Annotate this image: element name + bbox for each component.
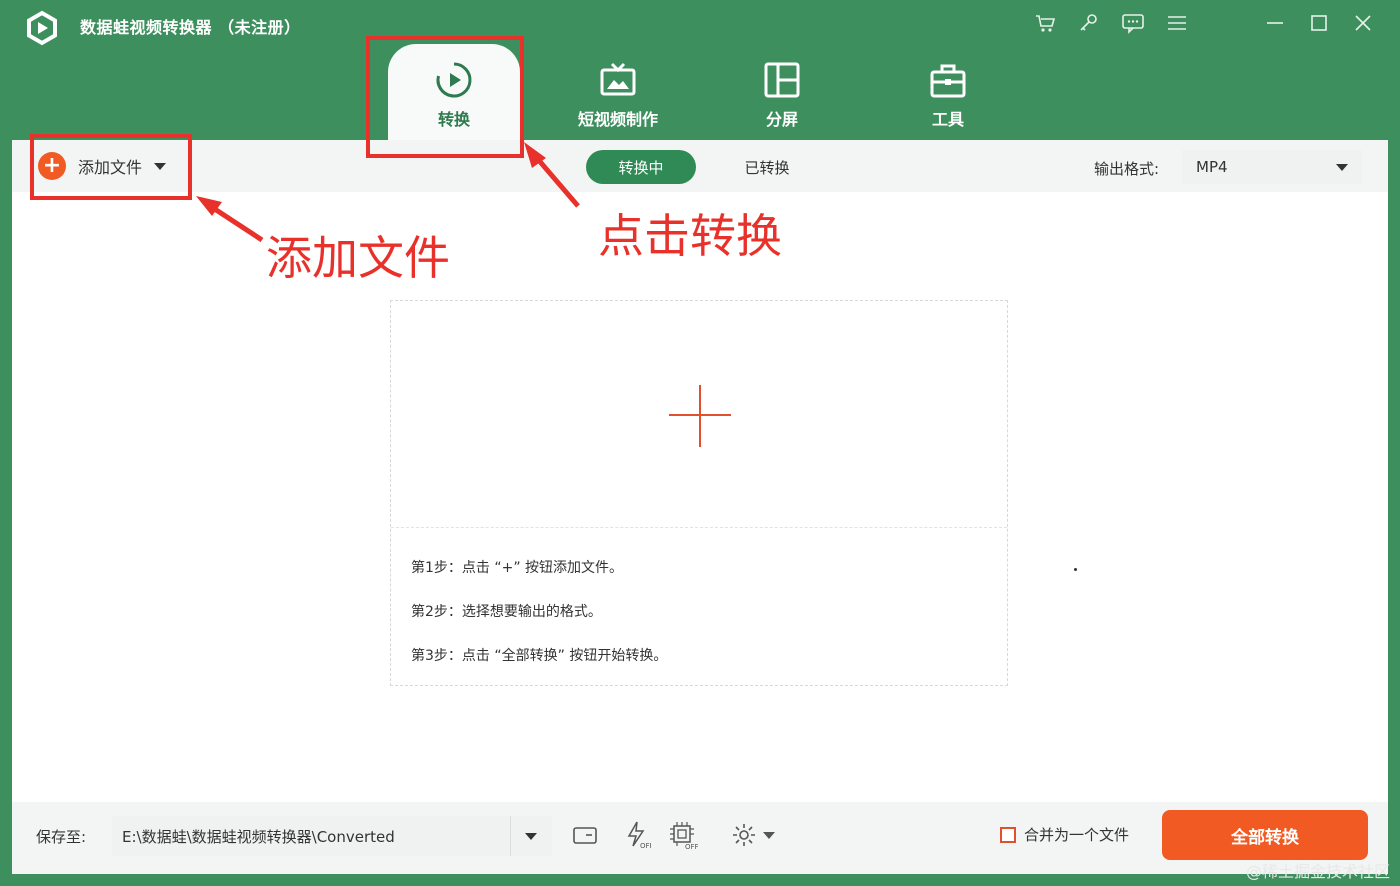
annotation-arrows bbox=[196, 142, 580, 243]
watermark: @稀土掘金技术社区 bbox=[1245, 862, 1390, 881]
annotation-click-convert: 点击转换 bbox=[598, 209, 782, 263]
annotation-add-file: 添加文件 bbox=[266, 231, 450, 285]
app-window: 数据蛙视频转换器 （未注册） 转换 短视频制作 分屏 工具 + 添加文件 转换中… bbox=[0, 0, 1400, 886]
